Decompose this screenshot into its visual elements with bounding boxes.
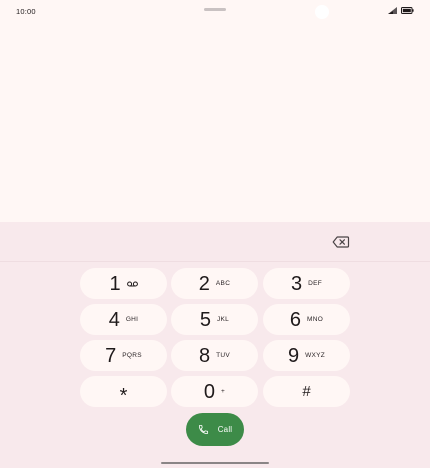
key-hash[interactable]: # xyxy=(263,376,350,407)
key-letters: WXYZ xyxy=(305,352,326,360)
key-digit: 5 xyxy=(199,308,211,331)
call-log-area xyxy=(0,22,430,222)
navigation-handle[interactable] xyxy=(161,462,269,464)
voicemail-icon xyxy=(126,281,138,287)
key-2[interactable]: 2 ABC xyxy=(171,268,258,299)
battery-icon xyxy=(401,7,414,14)
key-star[interactable]: * xyxy=(80,376,167,407)
backspace-icon xyxy=(332,235,350,249)
call-label: Call xyxy=(217,425,233,434)
number-entry-row xyxy=(0,222,430,262)
signal-icon xyxy=(388,7,397,14)
key-digit: 0 xyxy=(203,380,215,403)
call-button[interactable]: Call xyxy=(186,413,244,446)
key-7[interactable]: 7 PQRS xyxy=(80,340,167,371)
key-letters: PQRS xyxy=(122,352,142,360)
key-letters: + xyxy=(221,388,226,396)
top-drag-handle[interactable] xyxy=(204,8,226,11)
key-6[interactable]: 6 MNO xyxy=(263,304,350,335)
key-0[interactable]: 0 + xyxy=(171,376,258,407)
key-digit: 8 xyxy=(198,344,211,367)
key-digit: 4 xyxy=(108,308,120,331)
key-letters: TUV xyxy=(216,352,231,360)
status-icons xyxy=(388,7,414,14)
key-digit: 1 xyxy=(109,272,121,295)
key-digit: 3 xyxy=(290,272,303,295)
key-digit: 2 xyxy=(198,272,210,295)
key-3[interactable]: 3 DEF xyxy=(263,268,350,299)
status-bar: 10:00 xyxy=(0,0,430,22)
key-letters: MNO xyxy=(307,316,324,324)
key-letters: ABC xyxy=(215,280,231,288)
status-time: 10:00 xyxy=(16,7,36,16)
backspace-button[interactable] xyxy=(332,235,350,249)
phone-number-field[interactable] xyxy=(40,230,324,254)
key-4[interactable]: 4 GHI xyxy=(80,304,167,335)
key-5[interactable]: 5 JKL xyxy=(171,304,258,335)
camera-cutout xyxy=(315,5,329,19)
key-digit: 7 xyxy=(105,344,117,367)
key-digit: 6 xyxy=(289,308,302,331)
key-letters: JKL xyxy=(217,316,230,324)
call-icon xyxy=(198,424,209,435)
key-1[interactable]: 1 xyxy=(80,268,167,299)
key-digit: 9 xyxy=(287,344,300,367)
key-9[interactable]: 9 WXYZ xyxy=(263,340,350,371)
key-digit: # xyxy=(302,383,311,400)
key-digit: * xyxy=(119,384,128,407)
key-8[interactable]: 8 TUV xyxy=(171,340,258,371)
key-letters: GHI xyxy=(125,316,139,324)
key-letters: DEF xyxy=(308,280,323,288)
dialpad-panel: 1 2 ABC 3 DEF 4 GHI 5 JKL 6 MNO 7 PQRS 8… xyxy=(0,222,430,468)
